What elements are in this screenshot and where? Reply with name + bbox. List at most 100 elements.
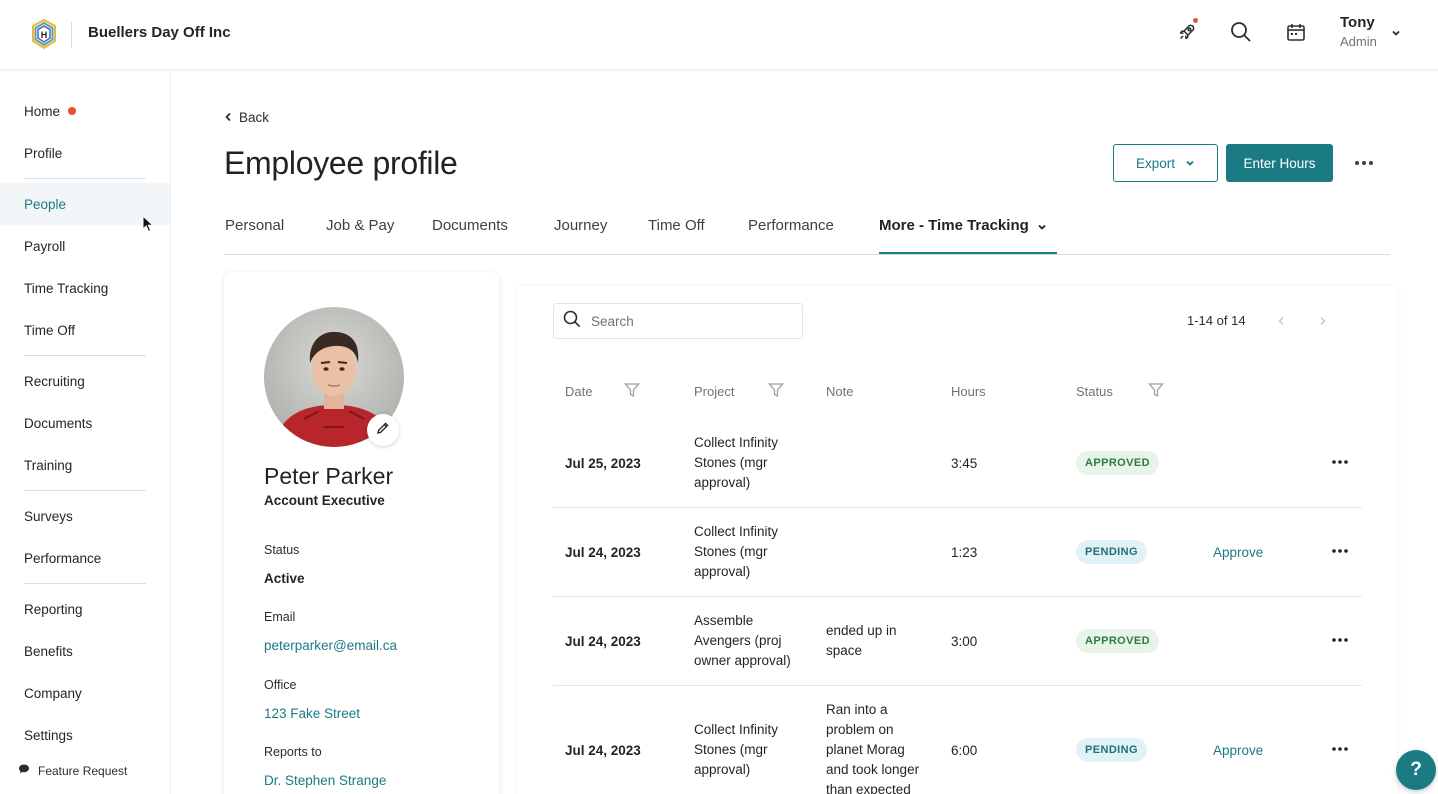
logo-letter: H: [41, 30, 48, 40]
sidebar-item-reporting[interactable]: Reporting: [0, 588, 170, 630]
tab-job-pay[interactable]: Job & Pay: [326, 217, 394, 254]
sidebar-item-label: Surveys: [24, 508, 73, 524]
sidebar-item-home[interactable]: Home: [0, 90, 170, 132]
column-header-project[interactable]: Project: [694, 384, 734, 399]
enter-hours-button[interactable]: Enter Hours: [1226, 144, 1333, 182]
help-button[interactable]: ?: [1396, 750, 1436, 790]
pager-count: 1-14 of 14: [1187, 313, 1246, 328]
more-options-icon[interactable]: [1351, 152, 1377, 174]
chevron-right-icon[interactable]: [1315, 313, 1331, 329]
feature-request-link[interactable]: Feature Request: [18, 763, 127, 778]
sidebar-item-label: Time Off: [24, 322, 76, 338]
reports-to-link[interactable]: Dr. Stephen Strange: [264, 773, 386, 788]
sidebar-item-surveys[interactable]: Surveys: [0, 495, 170, 537]
reports-to-label: Reports to: [264, 745, 322, 759]
calendar-icon[interactable]: [1284, 20, 1308, 44]
table-row[interactable]: Jul 24, 2023 Collect Infinity Stones (mg…: [553, 508, 1362, 597]
email-link[interactable]: peterparker@email.ca: [264, 638, 397, 653]
row-project: Collect Infinity Stones (mgr approval): [694, 722, 779, 777]
sidebar: Home Profile People Payroll Time Trackin…: [0, 70, 171, 794]
filter-icon[interactable]: [768, 382, 784, 403]
nav-divider: [24, 490, 146, 491]
nav-divider: [24, 355, 146, 356]
more-options-icon[interactable]: [1329, 454, 1351, 470]
sidebar-item-label: Profile: [24, 145, 63, 161]
filter-icon[interactable]: [624, 382, 640, 403]
tab-performance[interactable]: Performance: [748, 217, 834, 254]
company-logo-icon[interactable]: H: [30, 18, 58, 50]
row-hours: 1:23: [951, 545, 978, 560]
sidebar-item-label: Home: [24, 103, 61, 119]
status-badge: APPROVED: [1076, 451, 1159, 475]
status-value: Active: [264, 571, 305, 586]
status-badge: PENDING: [1076, 540, 1147, 564]
column-header-hours[interactable]: Hours: [951, 384, 986, 399]
search-input[interactable]: [591, 313, 781, 329]
tab-time-off[interactable]: Time Off: [648, 217, 705, 254]
table-row[interactable]: Jul 24, 2023 Collect Infinity Stones (mg…: [553, 686, 1362, 794]
row-date: Jul 24, 2023: [565, 743, 641, 758]
edit-avatar-button[interactable]: [367, 414, 399, 446]
mouse-cursor-icon: [142, 214, 155, 238]
chevron-left-icon: [224, 110, 232, 125]
sidebar-item-training[interactable]: Training: [0, 444, 170, 486]
sidebar-item-label: Benefits: [24, 643, 73, 659]
table-row[interactable]: Jul 25, 2023 Collect Infinity Stones (mg…: [553, 419, 1362, 508]
notification-dot: [68, 107, 77, 115]
user-role: Admin: [1340, 34, 1377, 49]
rocket-icon[interactable]: [1175, 18, 1199, 44]
sidebar-item-company[interactable]: Company: [0, 672, 170, 714]
sidebar-item-label: Recruiting: [24, 373, 85, 389]
top-bar: H Buellers Day Off Inc Tony Admin: [0, 0, 1438, 70]
more-options-icon[interactable]: [1329, 632, 1351, 648]
sidebar-item-label: Documents: [24, 415, 93, 431]
sidebar-item-settings[interactable]: Settings: [0, 714, 170, 756]
row-date: Jul 24, 2023: [565, 545, 641, 560]
sidebar-item-label: Performance: [24, 550, 102, 566]
row-note: ended up in space: [826, 623, 897, 658]
user-menu[interactable]: Tony Admin: [1340, 14, 1377, 49]
sidebar-item-documents[interactable]: Documents: [0, 402, 170, 444]
office-label: Office: [264, 678, 297, 692]
search-icon: [563, 310, 581, 333]
row-project: Collect Infinity Stones (mgr approval): [694, 435, 779, 490]
row-date: Jul 24, 2023: [565, 634, 641, 649]
row-project: Assemble Avengers (proj owner approval): [694, 613, 791, 668]
chevron-down-icon[interactable]: [1390, 26, 1402, 44]
sidebar-item-recruiting[interactable]: Recruiting: [0, 360, 170, 402]
company-name: Buellers Day Off Inc: [88, 24, 231, 41]
approve-link[interactable]: Approve: [1213, 743, 1263, 758]
employee-title: Account Executive: [264, 493, 385, 508]
tab-journey[interactable]: Journey: [554, 217, 607, 254]
filter-icon[interactable]: [1148, 382, 1164, 403]
search-icon[interactable]: [1229, 20, 1253, 44]
chevron-down-icon: [1037, 219, 1047, 236]
sidebar-item-profile[interactable]: Profile: [0, 132, 170, 174]
tab-more-time-tracking[interactable]: More - Time Tracking: [879, 217, 1057, 254]
sidebar-item-time-off[interactable]: Time Off: [0, 309, 170, 351]
tab-personal[interactable]: Personal: [225, 217, 284, 254]
page-title: Employee profile: [224, 145, 458, 181]
sidebar-item-benefits[interactable]: Benefits: [0, 630, 170, 672]
tab-documents[interactable]: Documents: [432, 217, 508, 254]
row-project: Collect Infinity Stones (mgr approval): [694, 524, 779, 579]
row-date: Jul 25, 2023: [565, 456, 641, 471]
pencil-icon: [376, 421, 390, 440]
back-link[interactable]: Back: [224, 110, 269, 125]
sidebar-item-performance[interactable]: Performance: [0, 537, 170, 579]
search-field[interactable]: [553, 303, 803, 339]
table-row[interactable]: Jul 24, 2023 Assemble Avengers (proj own…: [553, 597, 1362, 686]
column-header-status[interactable]: Status: [1076, 384, 1113, 399]
approve-link[interactable]: Approve: [1213, 545, 1263, 560]
sidebar-item-label: Reporting: [24, 601, 83, 617]
more-options-icon[interactable]: [1329, 741, 1351, 757]
nav-divider: [24, 178, 146, 179]
export-button[interactable]: Export: [1113, 144, 1218, 182]
sidebar-item-time-tracking[interactable]: Time Tracking: [0, 267, 170, 309]
sidebar-item-label: Payroll: [24, 238, 66, 254]
more-options-icon[interactable]: [1329, 543, 1351, 559]
chevron-left-icon[interactable]: [1273, 313, 1289, 329]
column-header-date[interactable]: Date: [565, 384, 592, 399]
sidebar-item-label: People: [24, 196, 67, 212]
office-link[interactable]: 123 Fake Street: [264, 706, 360, 721]
